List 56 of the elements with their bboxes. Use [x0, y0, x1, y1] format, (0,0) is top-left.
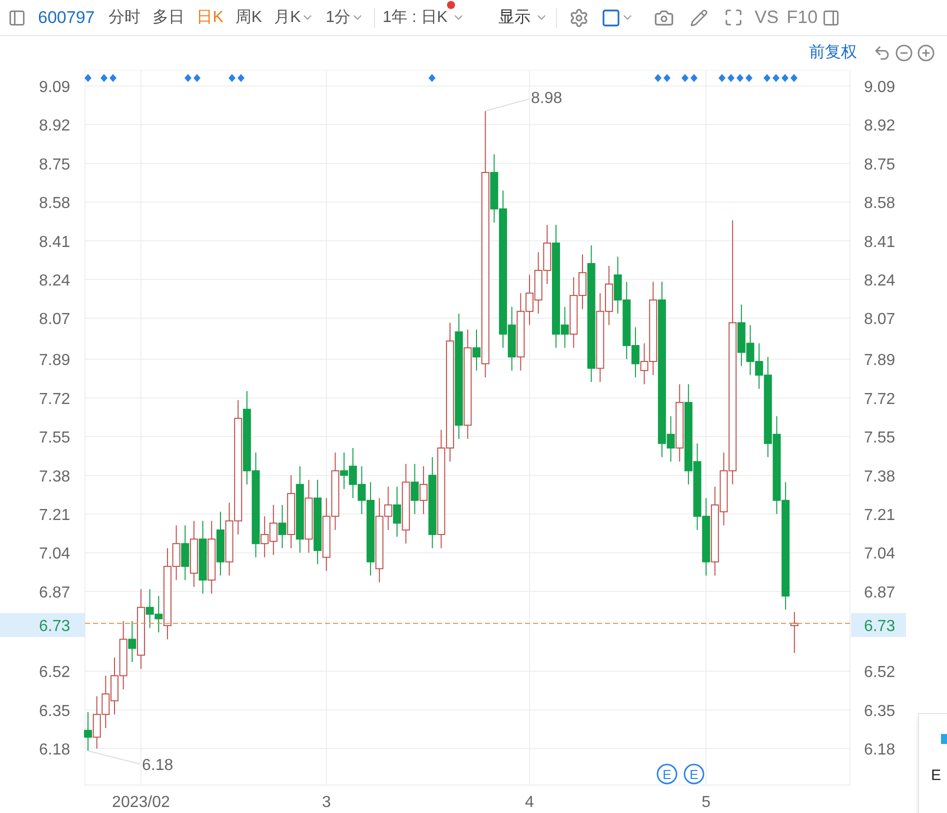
event-badge[interactable]: E: [684, 764, 704, 784]
price-axis-label: 7.89: [864, 352, 896, 370]
last-price-tag: 6.73: [851, 613, 906, 637]
price-axis-label: 8.24: [864, 272, 896, 290]
price-axis-label: 6.87: [864, 584, 896, 602]
date-axis-label: 2023/02: [112, 794, 170, 811]
adjust-link[interactable]: 前复权: [809, 41, 857, 65]
price-axis-label: 8.92: [39, 118, 70, 135]
price-axis-label: 9.09: [864, 78, 896, 96]
high-price-label: 8.98: [531, 90, 562, 107]
price-axis-label: 8.75: [39, 156, 70, 174]
price-axis-label: 6.18: [864, 742, 896, 759]
date-axis-label: 4: [525, 794, 534, 811]
period-tab[interactable]: 分时: [102, 6, 147, 30]
vs-button[interactable]: VS: [754, 4, 779, 31]
price-axis-label: 8.92: [864, 118, 896, 135]
price-axis-label: 6.18: [39, 742, 70, 759]
low-price-label: 6.18: [142, 757, 174, 774]
price-axis-label: 7.21: [39, 507, 70, 524]
price-axis-label: 8.07: [39, 311, 70, 328]
range-dropdown[interactable]: 1年 : 日K: [378, 6, 469, 30]
event-badge[interactable]: E: [656, 764, 678, 784]
side-panel-text: E: [931, 767, 942, 784]
display-dropdown[interactable]: 显示: [494, 6, 552, 30]
price-axis-label: 8.41: [864, 234, 896, 251]
date-axis-label: 5: [702, 794, 711, 811]
period-tab[interactable]: 1分: [320, 6, 370, 30]
period-tab[interactable]: 多日: [146, 6, 191, 30]
price-axis-label: 7.89: [39, 352, 70, 370]
price-axis-label: 6.35: [864, 702, 896, 720]
price-axis-label: 7.72: [39, 390, 70, 408]
price-axis-label: 7.21: [864, 507, 896, 524]
period-tab[interactable]: 周K: [229, 6, 268, 30]
f10-button[interactable]: F10: [786, 4, 818, 31]
price-axis-label: 7.55: [864, 430, 896, 447]
price-axis-label: 7.04: [864, 546, 896, 563]
price-axis-label: 7.38: [864, 468, 896, 486]
price-axis-label: 8.58: [864, 195, 896, 212]
price-axis-label: 6.52: [39, 664, 70, 682]
price-axis-label: 6.87: [39, 584, 70, 602]
price-axis-label: 7.72: [864, 390, 896, 408]
price-axis-label: 8.07: [864, 311, 896, 328]
price-axis-label: 7.38: [39, 468, 70, 486]
price-axis-label: 6.52: [864, 664, 896, 682]
price-axis-label: 8.41: [39, 234, 70, 251]
price-axis-label: 6.35: [39, 702, 70, 720]
price-axis-label: 7.55: [39, 430, 70, 447]
last-price-tag: 6.73: [0, 613, 85, 637]
price-axis-label: 7.04: [39, 546, 70, 563]
price-axis-label: 8.24: [39, 272, 70, 290]
stock-code: 600797: [38, 6, 95, 29]
price-axis-label: 8.75: [864, 156, 896, 174]
price-axis-label: 9.09: [39, 78, 70, 96]
period-tab[interactable]: 月K: [268, 6, 320, 30]
price-axis-label: 8.58: [39, 195, 70, 212]
date-axis-label: 3: [322, 794, 331, 811]
